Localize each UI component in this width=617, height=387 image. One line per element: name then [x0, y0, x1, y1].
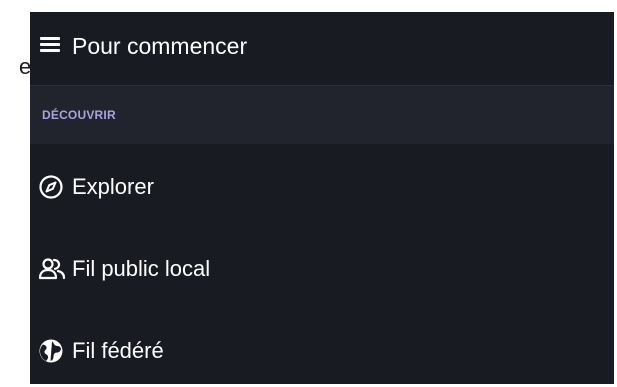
page-title[interactable]: Pour commencer [72, 32, 247, 60]
nav-item-label: Fil fédéré [72, 338, 164, 363]
section-header-decouvrir: DÉCOUVRIR [30, 86, 614, 144]
hamburger-menu-icon[interactable] [40, 37, 60, 53]
nav-item-label: Explorer [72, 174, 154, 199]
globe-icon [38, 338, 64, 364]
clipped-edge-text: e [0, 54, 30, 80]
users-icon [38, 256, 66, 282]
compass-icon [38, 174, 64, 200]
nav-item-explorer[interactable]: Explorer [30, 146, 614, 226]
clipped-edge-letter: e [19, 54, 30, 79]
nav-item-fil-public-local[interactable]: Fil public local [30, 228, 614, 308]
panel-header: Pour commencer [30, 12, 614, 86]
section-label: DÉCOUVRIR [42, 108, 116, 122]
nav-item-label: Fil public local [72, 256, 211, 281]
nav-item-fil-federe[interactable]: Fil fédéré [30, 310, 614, 384]
navigation-panel: Pour commencer DÉCOUVRIR Explorer Fil pu… [30, 12, 614, 384]
